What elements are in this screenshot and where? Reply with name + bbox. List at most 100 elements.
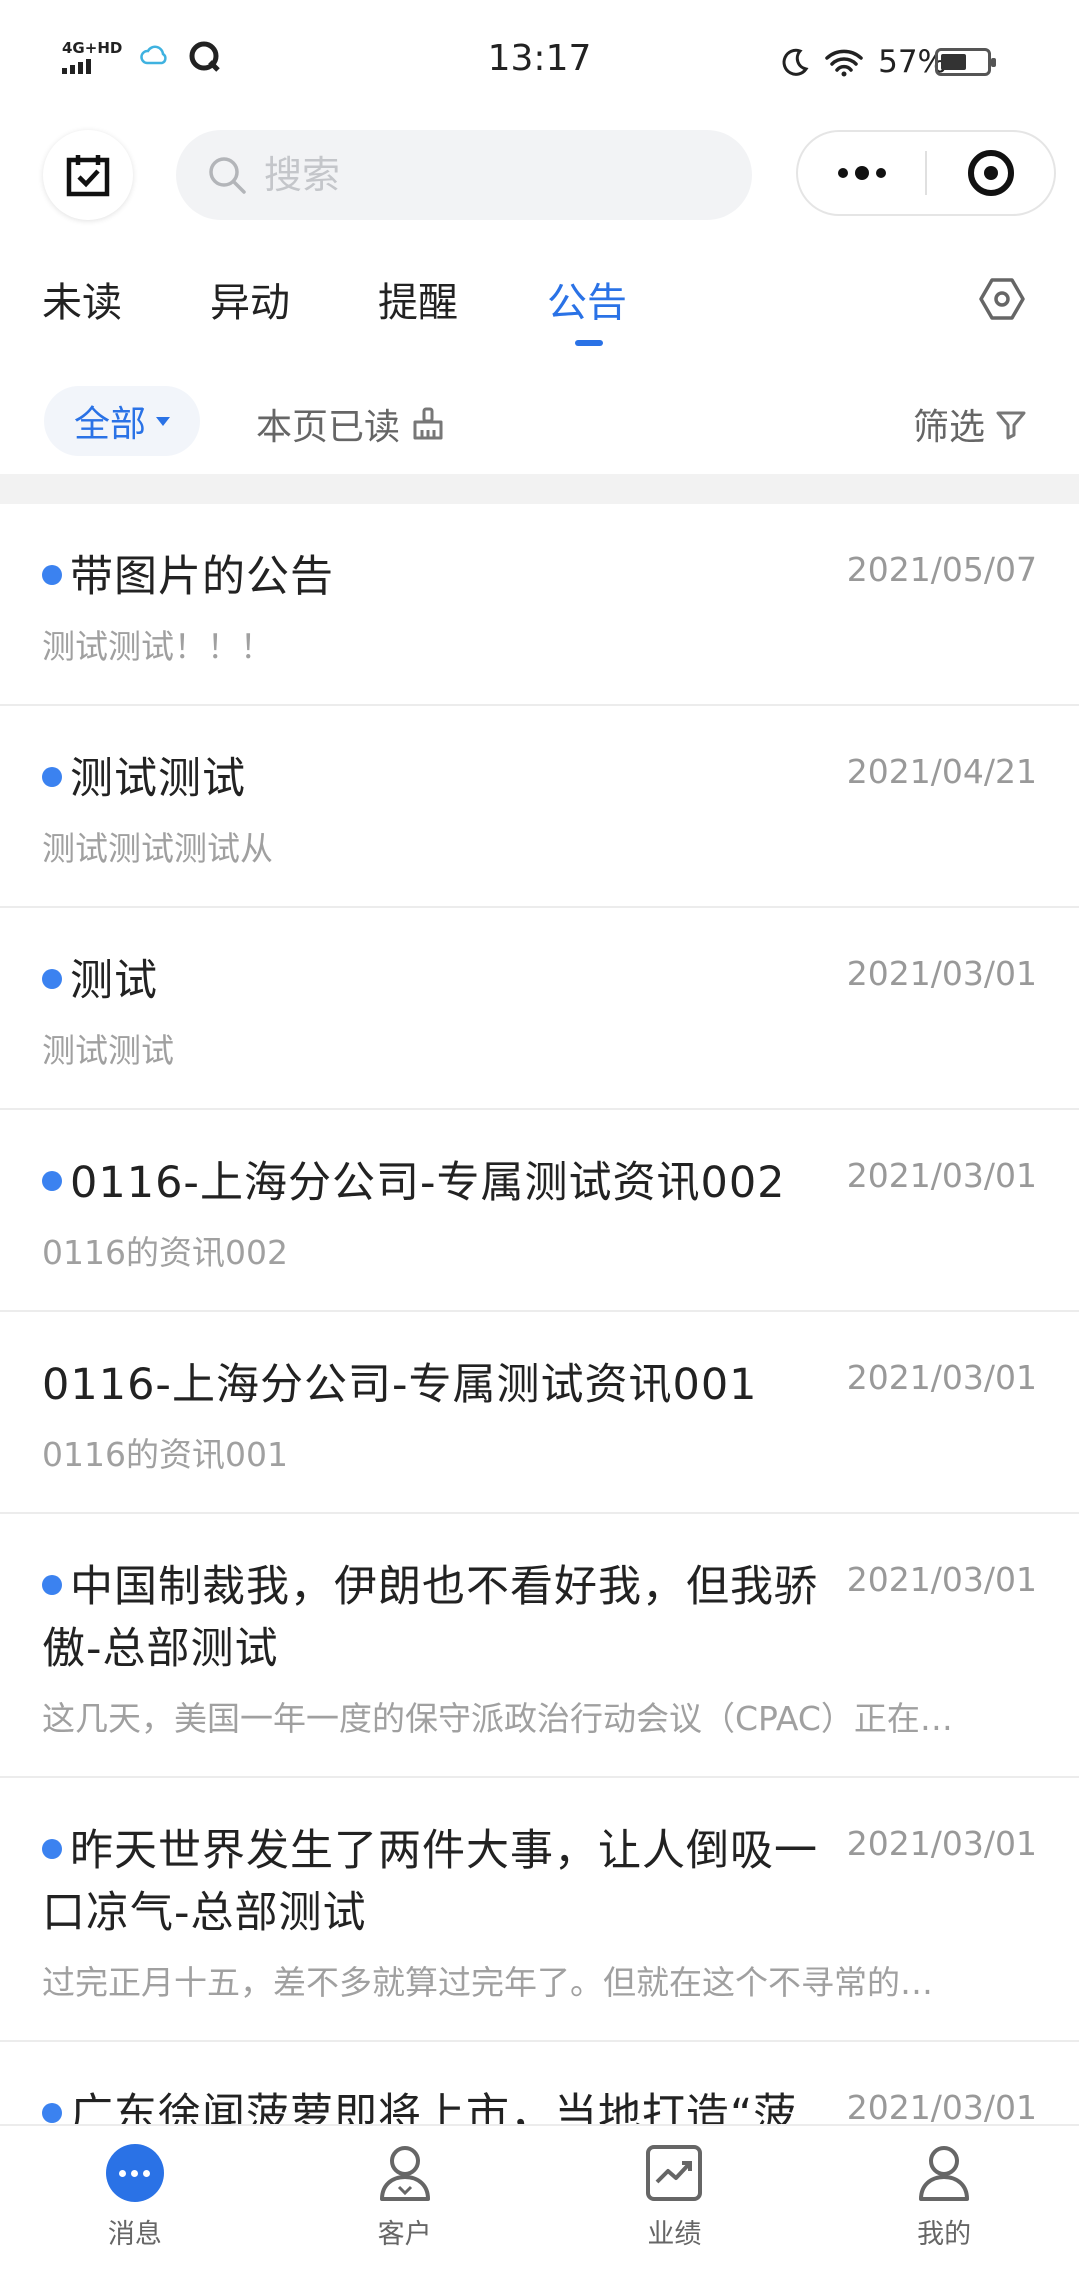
announcement-header: 昨天世界发生了两件大事，让人倒吸一口凉气-总部测试 2021/03/01 (42, 1820, 1037, 1944)
unread-dot-icon (42, 767, 62, 787)
announcement-title: 测试 (42, 950, 822, 1012)
unread-dot-icon (42, 1839, 62, 1859)
search-input[interactable] (264, 153, 684, 197)
announcement-item[interactable]: 昨天世界发生了两件大事，让人倒吸一口凉气-总部测试 2021/03/01 过完正月十… (0, 1778, 1079, 2042)
unread-dot-icon (42, 969, 62, 989)
calendar-button[interactable] (43, 130, 133, 220)
announcement-title: 中国制裁我，伊朗也不看好我，但我骄傲-总部测试 (42, 1556, 822, 1680)
moon-icon (782, 48, 809, 76)
nav-messages[interactable]: 消息 (0, 2126, 270, 2273)
nav-customers-label: 客户 (377, 2219, 432, 2250)
unread-dot-icon (42, 565, 62, 585)
announcement-title: 广东徐闻菠萝即将上市，当地打造“菠萝专列”发送出省-总部测试 (42, 2084, 822, 2124)
mark-page-read-label: 本页已读 (256, 407, 401, 448)
announcement-header: 带图片的公告 2021/05/07 (42, 546, 1037, 608)
announcement-item[interactable]: 广东徐闻菠萝即将上市，当地打造“菠萝专列”发送出省-总部测试 2021/03/01 (0, 2042, 1079, 2124)
customer-icon (374, 2142, 436, 2204)
funnel-icon (996, 411, 1026, 440)
announcement-item[interactable]: 0116-上海分公司-专属测试资讯001 2021/03/01 0116的资讯001 (0, 1312, 1079, 1514)
announcement-item[interactable]: 带图片的公告 2021/05/07 测试测试！！！ (0, 504, 1079, 706)
more-button[interactable] (798, 132, 925, 214)
announcement-title-text: 带图片的公告 (70, 552, 334, 602)
battery-icon (935, 48, 996, 76)
section-separator (0, 474, 1079, 504)
unread-dot-icon (42, 1575, 62, 1595)
announcement-date: 2021/03/01 (846, 1560, 1037, 1599)
announcement-title: 0116-上海分公司-专属测试资讯001 (42, 1354, 822, 1416)
announcement-title-text: 0116-上海分公司-专属测试资讯002 (70, 1158, 786, 1208)
unread-dot-icon (42, 2103, 62, 2123)
filter-row: 全部 本页已读 筛选 (0, 386, 1079, 456)
calendar-check-icon (66, 155, 110, 197)
settings-button[interactable] (977, 274, 1027, 328)
target-icon (967, 150, 1014, 196)
announcement-title: 0116-上海分公司-专属测试资讯002 (42, 1152, 822, 1214)
hexagon-settings-icon (979, 278, 1025, 320)
announcement-title-text: 昨天世界发生了两件大事，让人倒吸一口凉气-总部测试 (42, 1826, 818, 1938)
nav-customers[interactable]: 客户 (270, 2126, 540, 2273)
announcement-header: 测试测试 2021/04/21 (42, 748, 1037, 810)
announcement-header: 中国制裁我，伊朗也不看好我，但我骄傲-总部测试 2021/03/01 (42, 1556, 1037, 1680)
announcement-item[interactable]: 测试 2021/03/01 测试测试 (0, 908, 1079, 1110)
announcement-title-text: 广东徐闻菠萝即将上市，当地打造“菠萝专列”发送出省-总部测试 (70, 2090, 798, 2124)
unread-dot-icon (42, 1171, 62, 1191)
message-icon (104, 2142, 166, 2204)
announcement-summary: 这几天，美国一年一度的保守派政治行动会议（CPAC）正在… (42, 1699, 953, 1738)
header (0, 130, 1079, 220)
filter-label: 筛选 (912, 407, 985, 448)
announcement-date: 2021/03/01 (846, 2088, 1037, 2124)
scope-dropdown[interactable]: 全部 (44, 386, 200, 456)
announcement-date: 2021/04/21 (846, 752, 1037, 791)
announcement-title-text: 测试 (70, 956, 158, 1006)
profile-icon (913, 2142, 975, 2204)
announcement-item[interactable]: 测试测试 2021/04/21 测试测试测试从 (0, 706, 1079, 908)
bottom-nav: 消息 客户 业绩 我的 (0, 2124, 1079, 2273)
wifi-icon (825, 49, 863, 77)
announcement-summary: 测试测试 (42, 1031, 174, 1070)
announcement-summary: 0116的资讯002 (42, 1233, 288, 1272)
nav-performance-label: 业绩 (647, 2219, 702, 2250)
miniprogram-capsule (796, 130, 1056, 216)
nav-profile-label: 我的 (917, 2219, 972, 2250)
nav-profile[interactable]: 我的 (809, 2126, 1079, 2273)
announcement-summary: 0116的资讯001 (42, 1435, 288, 1474)
announcement-title-text: 测试测试 (70, 754, 246, 804)
close-miniprogram-button[interactable] (927, 132, 1054, 214)
announcement-summary: 测试测试测试从 (42, 829, 273, 868)
announcement-header: 0116-上海分公司-专属测试资讯001 2021/03/01 (42, 1354, 1037, 1416)
broom-icon (413, 407, 443, 440)
active-tab-indicator (575, 340, 603, 346)
announcement-title: 测试测试 (42, 748, 822, 810)
announcement-item[interactable]: 中国制裁我，伊朗也不看好我，但我骄傲-总部测试 2021/03/01 这几天，美国一… (0, 1514, 1079, 1778)
nav-performance[interactable]: 业绩 (540, 2126, 810, 2273)
tab-reminders[interactable]: 提醒 (378, 270, 458, 328)
mark-page-read-button[interactable]: 本页已读 (256, 398, 446, 450)
announcement-title: 带图片的公告 (42, 546, 822, 608)
announcement-summary: 测试测试！！！ (42, 627, 273, 666)
announcement-item[interactable]: 0116-上海分公司-专属测试资讯002 2021/03/01 0116的资讯002 (0, 1110, 1079, 1312)
search-bar[interactable] (176, 130, 752, 220)
announcement-header: 0116-上海分公司-专属测试资讯002 2021/03/01 (42, 1152, 1037, 1214)
announcement-date: 2021/03/01 (846, 1358, 1037, 1397)
tab-changes[interactable]: 异动 (210, 270, 290, 328)
announcement-date: 2021/03/01 (846, 1824, 1037, 1863)
announcement-header: 测试 2021/03/01 (42, 950, 1037, 1012)
scope-label: 全部 (73, 404, 146, 445)
tab-bar: 未读 异动 提醒 公告 (0, 270, 1079, 350)
search-icon (209, 157, 246, 194)
caret-down-icon (156, 416, 170, 426)
announcement-title: 昨天世界发生了两件大事，让人倒吸一口凉气-总部测试 (42, 1820, 822, 1944)
announcement-list: 带图片的公告 2021/05/07 测试测试！！！ 测试测试 2021/04/21 测试测… (0, 504, 1079, 2124)
nav-messages-label: 消息 (107, 2219, 162, 2250)
tab-unread[interactable]: 未读 (42, 270, 122, 328)
announcement-title-text: 0116-上海分公司-专属测试资讯001 (42, 1360, 758, 1410)
announcement-title-text: 中国制裁我，伊朗也不看好我，但我骄傲-总部测试 (42, 1562, 818, 1674)
more-dots-icon (837, 166, 886, 180)
filter-button[interactable]: 筛选 (913, 398, 1027, 450)
tab-announcements[interactable]: 公告 (547, 270, 627, 328)
announcement-date: 2021/03/01 (846, 954, 1037, 993)
status-right: 57% (780, 44, 947, 80)
status-bar: 4G+HD 13:17 57% (0, 0, 1079, 120)
performance-icon (643, 2142, 705, 2204)
announcement-summary: 过完正月十五，差不多就算过完年了。但就在这个不寻常的… (42, 1963, 933, 2002)
